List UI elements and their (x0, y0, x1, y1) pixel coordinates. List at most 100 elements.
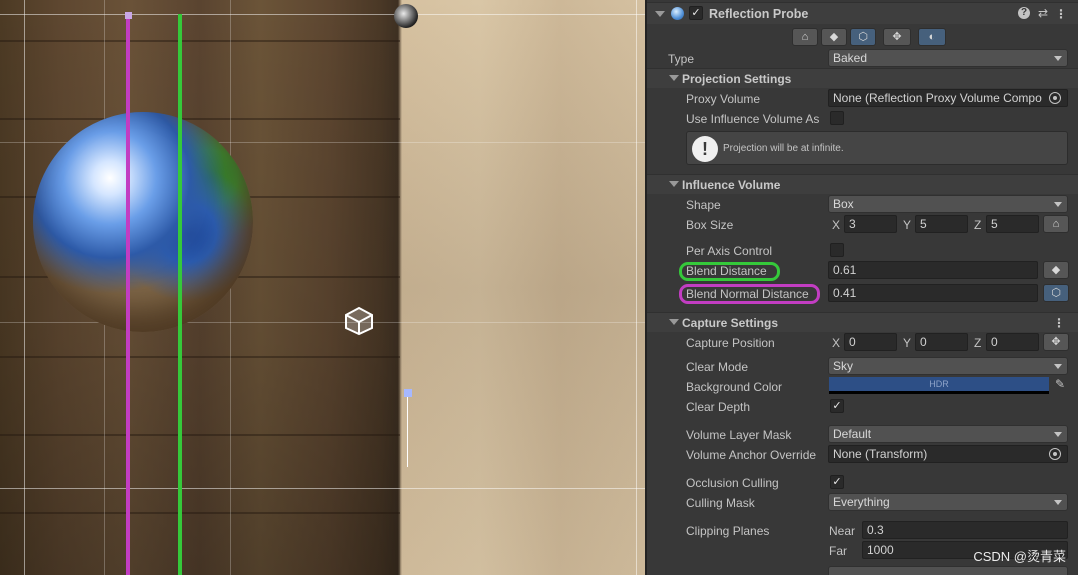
box-size-y-label: Y (903, 218, 912, 232)
grid-line (24, 0, 25, 575)
object-picker-icon[interactable] (1049, 92, 1061, 104)
type-dropdown[interactable]: Baked (828, 49, 1068, 67)
grid-line (636, 0, 637, 575)
floor-plank-seam (0, 40, 400, 42)
component-enabled-checkbox[interactable]: ✓ (689, 6, 703, 20)
shape-dropdown[interactable]: Box (828, 195, 1068, 213)
culling-mask-dropdown[interactable]: Everything (828, 493, 1068, 511)
volume-anchor-label: Volume Anchor Override (686, 448, 817, 462)
blend-normal-distance-field[interactable]: 0.41 (828, 284, 1038, 302)
box-size-label: Box Size (686, 218, 734, 232)
eyedropper-icon[interactable]: ✎ (1052, 377, 1068, 394)
component-title: Reflection Probe (709, 7, 809, 21)
volume-anchor-field[interactable]: None (Transform) (828, 445, 1068, 463)
chevron-down-icon (1054, 500, 1062, 505)
component-foldout-icon[interactable] (655, 11, 665, 17)
blend-distance-highlight (679, 262, 780, 281)
type-value: Baked (833, 51, 868, 65)
move-capture-icon[interactable]: ✥ (1043, 333, 1069, 351)
edit-blend-normal-tool-icon[interactable]: ⬡ (850, 28, 876, 46)
edit-box-size-icon[interactable]: ⌂ (1043, 215, 1069, 233)
blend-distance-gizmo[interactable] (178, 14, 182, 575)
chevron-down-icon[interactable] (669, 181, 679, 187)
edit-influence-tool-icon[interactable]: ⌂ (792, 28, 818, 46)
clear-mode-dropdown[interactable]: Sky (828, 357, 1068, 375)
per-axis-label: Per Axis Control (686, 244, 773, 258)
chevron-down-icon (1054, 432, 1062, 437)
clipping-planes-label: Clipping Planes (686, 524, 770, 538)
use-influence-checkbox[interactable] (830, 111, 844, 125)
near-field[interactable]: 0.3 (862, 521, 1068, 539)
edit-blend-normal-icon[interactable]: ⬡ (1043, 284, 1069, 302)
capture-settings-header[interactable]: Capture Settings ⋮ (647, 312, 1078, 332)
floor-plank-seam (0, 118, 400, 120)
influence-volume-header[interactable]: Influence Volume (647, 174, 1078, 194)
projection-help-box: ! Projection will be at infinite. (686, 131, 1068, 165)
occlusion-culling-checkbox[interactable]: ✓ (830, 475, 844, 489)
capture-x-field[interactable]: 0 (844, 333, 897, 351)
capture-z-field[interactable]: 0 (986, 333, 1039, 351)
proxy-volume-field[interactable]: None (Reflection Proxy Volume Compo (828, 89, 1068, 107)
capture-settings-title: Capture Settings (682, 316, 779, 330)
move-capture-tool-icon[interactable]: ✥ (883, 28, 911, 46)
shape-label: Shape (686, 198, 721, 212)
box-size-x-label: X (832, 218, 841, 232)
capture-menu-icon[interactable]: ⋮ (1053, 316, 1065, 330)
near-label: Near (829, 524, 856, 538)
culling-mask-label: Culling Mask (686, 496, 755, 510)
reflection-probe-icon[interactable] (344, 306, 374, 336)
object-picker-icon[interactable] (1049, 448, 1061, 460)
capture-y-field[interactable]: 0 (915, 333, 968, 351)
floor-plank-seam (0, 434, 400, 436)
clear-depth-checkbox[interactable]: ✓ (830, 399, 844, 413)
box-size-x-field[interactable]: 3 (844, 215, 897, 233)
edit-blend-distance-icon[interactable]: ◆ (1043, 261, 1069, 279)
culling-mask-value: Everything (833, 495, 890, 509)
capture-position-label: Capture Position (686, 336, 775, 350)
light-probe-sphere[interactable] (394, 4, 418, 28)
scene-view[interactable] (0, 0, 645, 575)
blend-distance-field[interactable]: 0.61 (828, 261, 1038, 279)
help-icon[interactable]: ? (1018, 7, 1030, 19)
volume-layer-mask-dropdown[interactable]: Default (828, 425, 1068, 443)
chevron-down-icon[interactable] (669, 75, 679, 81)
clear-mode-label: Clear Mode (686, 360, 749, 374)
far-label: Far (829, 544, 847, 558)
next-dropdown[interactable] (828, 566, 1068, 575)
projection-settings-header[interactable]: Projection Settings (647, 68, 1078, 88)
chevron-down-icon (1054, 56, 1062, 61)
preset-icon[interactable]: ⇄ (1038, 6, 1048, 20)
hdr-tag: HDR (929, 379, 949, 389)
component-menu-icon[interactable]: ⋮ (1055, 7, 1067, 21)
chevron-down-icon (1054, 364, 1062, 369)
box-size-y-field[interactable]: 5 (915, 215, 968, 233)
watermark: CSDN @烫青菜 (973, 549, 1066, 564)
chevron-down-icon[interactable] (669, 319, 679, 325)
inspector-panel: ✓ Reflection Probe ? ⇄ ⋮ ⌂ ◆ ⬡ ✥ ◐ Type … (645, 0, 1078, 575)
reflection-probe-sphere[interactable] (33, 112, 253, 332)
influence-volume-title: Influence Volume (682, 178, 781, 192)
edit-blend-tool-icon[interactable]: ◆ (821, 28, 847, 46)
preview-probe-tool-icon[interactable]: ◐ (918, 28, 946, 46)
background-color-label: Background Color (686, 380, 783, 394)
reflection-probe-icon (671, 7, 684, 20)
grid-line (0, 14, 645, 15)
box-size-z-label: Z (974, 218, 982, 232)
blend-normal-distance-gizmo[interactable] (126, 14, 130, 575)
floor-plank-seam (0, 512, 400, 514)
occlusion-culling-label: Occlusion Culling (686, 476, 779, 490)
grid-line (0, 488, 645, 489)
background-color-swatch[interactable]: HDR (829, 377, 1049, 394)
component-header[interactable]: ✓ Reflection Probe ? ⇄ ⋮ (647, 2, 1078, 24)
per-axis-checkbox[interactable] (830, 243, 844, 257)
projection-settings-title: Projection Settings (682, 72, 792, 86)
proxy-volume-label: Proxy Volume (686, 92, 761, 106)
shape-value: Box (833, 197, 854, 211)
light-handle[interactable] (404, 389, 412, 397)
clear-depth-label: Clear Depth (686, 400, 751, 414)
use-influence-label: Use Influence Volume As (686, 112, 820, 126)
volume-layer-mask-value: Default (833, 427, 872, 441)
box-size-z-field[interactable]: 5 (986, 215, 1039, 233)
blend-normal-distance-highlight (679, 284, 820, 304)
probe-resize-handle[interactable] (125, 12, 132, 19)
